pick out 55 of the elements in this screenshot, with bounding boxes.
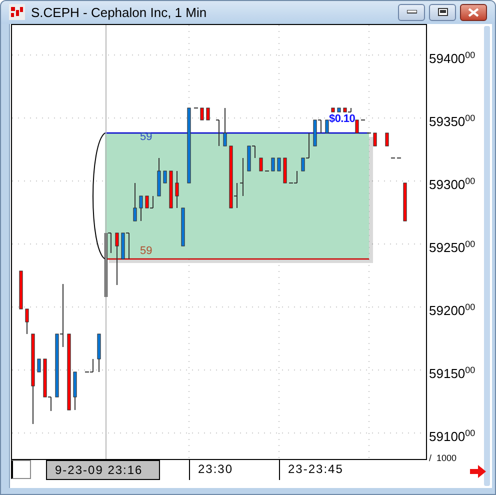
price-label: 59400$^{00}$ <box>429 50 476 66</box>
candle <box>133 182 137 222</box>
price-label: 59300$^{00}$ <box>429 176 476 192</box>
candle <box>157 157 161 196</box>
app-icon <box>9 4 25 20</box>
right-arrow-icon[interactable] <box>470 464 486 478</box>
scrollbar[interactable] <box>484 26 490 486</box>
candle <box>259 157 263 172</box>
candle <box>181 207 185 246</box>
candle <box>277 157 281 172</box>
scroll-box[interactable] <box>11 460 31 479</box>
time-label: 9-23-09 23:16 <box>46 460 160 480</box>
maximize-button[interactable] <box>429 4 456 21</box>
candle <box>139 195 143 222</box>
candle <box>97 333 101 372</box>
price-label: 59100$^{00}$ <box>429 428 476 444</box>
price-label: 59350$^{00}$ <box>429 114 476 129</box>
zone-upper-label: 59 <box>140 132 152 143</box>
candle <box>115 232 119 286</box>
close-button[interactable] <box>460 4 487 21</box>
zone-lower-label: 59 <box>140 246 152 257</box>
price-difference-label: $0.10 <box>329 114 356 125</box>
price-label: 59250$^{00}$ <box>429 240 476 255</box>
candle <box>403 182 407 222</box>
price-scale-label: / 1000 <box>429 452 457 465</box>
candle <box>283 157 287 184</box>
time-label: 23-23:45 <box>279 460 352 480</box>
candle <box>271 157 275 172</box>
candle <box>223 107 227 146</box>
candle <box>206 107 210 120</box>
candle <box>200 107 204 120</box>
candle <box>73 371 77 410</box>
time-label: 23:30 <box>189 460 279 480</box>
candle <box>175 170 179 208</box>
candle <box>37 358 41 372</box>
candle <box>163 170 167 184</box>
maximize-icon <box>438 8 448 16</box>
price-label: 59200$^{00}$ <box>429 302 476 318</box>
candle <box>216 119 220 146</box>
price-zone[interactable] <box>105 132 373 263</box>
candle <box>19 270 23 310</box>
price-label: 59150$^{00}$ <box>429 366 476 381</box>
candle <box>240 157 244 196</box>
window-title: S.CEPH - Cephalon Inc, 1 Min <box>31 4 207 22</box>
candle <box>169 170 173 208</box>
candle <box>373 132 377 146</box>
minimize-button[interactable] <box>398 4 425 21</box>
candle <box>331 107 335 112</box>
minimize-icon <box>406 10 416 14</box>
candle <box>337 107 341 112</box>
candle <box>385 132 389 146</box>
candle <box>25 308 29 334</box>
close-icon <box>468 8 479 17</box>
candle <box>325 119 329 134</box>
candle <box>355 119 359 134</box>
